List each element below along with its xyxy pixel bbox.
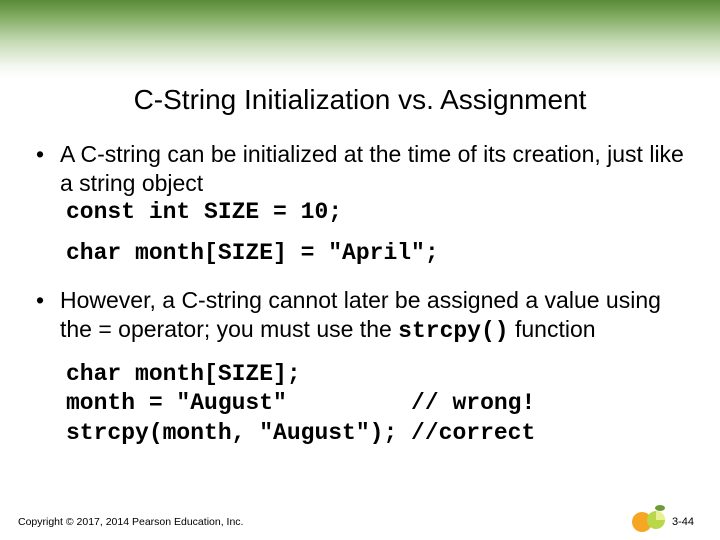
bullet-2-code-block: char month[SIZE]; month = "August" // wr… xyxy=(66,360,690,448)
bullet-2-text-code: strcpy() xyxy=(398,318,508,344)
bullet-1-text: A C-string can be initialized at the tim… xyxy=(60,140,690,198)
top-gradient-band xyxy=(0,0,720,78)
slide-content: • A C-string can be initialized at the t… xyxy=(30,140,690,466)
bullet-1: • A C-string can be initialized at the t… xyxy=(30,140,690,268)
copyright-text: Copyright © 2017, 2014 Pearson Education… xyxy=(18,516,243,528)
bullet-1-code-2: char month[SIZE] = "April"; xyxy=(66,239,690,268)
bullet-1-code-1: const int SIZE = 10; xyxy=(66,198,690,227)
citrus-decoration-icon xyxy=(628,502,672,534)
bullet-2: • However, a C-string cannot later be as… xyxy=(30,286,690,448)
bullet-marker: • xyxy=(30,140,60,169)
bullet-marker: • xyxy=(30,286,60,315)
bullet-2-text: However, a C-string cannot later be assi… xyxy=(60,286,690,346)
slide-title: C-String Initialization vs. Assignment xyxy=(0,84,720,116)
page-number: 3-44 xyxy=(672,516,694,528)
bullet-2-text-post: function xyxy=(509,316,596,342)
